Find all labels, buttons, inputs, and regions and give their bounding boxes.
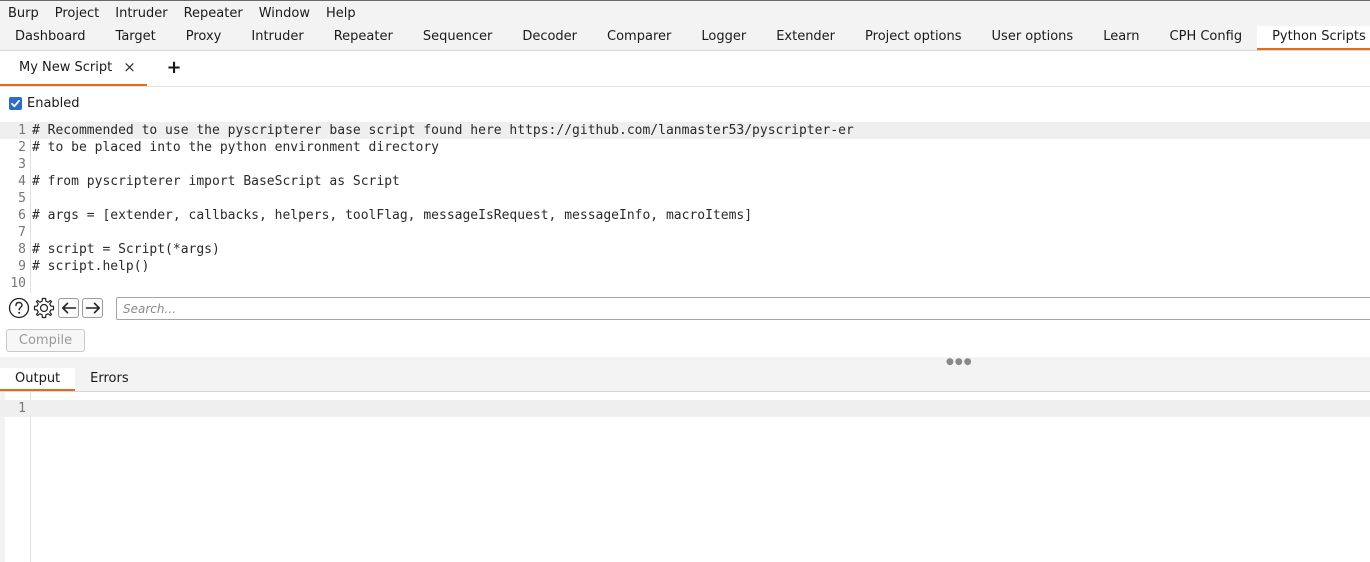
line-number: 6: [18, 208, 26, 223]
tab-proxy[interactable]: Proxy: [171, 26, 237, 50]
enabled-label: Enabled: [27, 95, 80, 111]
code-line[interactable]: 3: [0, 156, 1370, 173]
add-script-button[interactable]: +: [165, 58, 183, 78]
tab-errors[interactable]: Errors: [75, 368, 143, 391]
code-line[interactable]: 4 # from pyscripterer import BaseScript a…: [0, 173, 1370, 190]
output-editor[interactable]: 1: [0, 392, 1370, 562]
tab-project-options[interactable]: Project options: [850, 26, 977, 50]
code-line[interactable]: 9 # script.help(): [0, 258, 1370, 275]
arrow-right-icon[interactable]: [82, 298, 103, 318]
menu-intruder[interactable]: Intruder: [107, 2, 175, 26]
code-line[interactable]: 2 # to be placed into the python environm…: [0, 139, 1370, 156]
search-input[interactable]: [116, 297, 1370, 320]
split-handle-icon[interactable]: ●●●: [946, 357, 973, 368]
line-number: 1: [18, 123, 26, 138]
tab-logger[interactable]: Logger: [686, 26, 761, 50]
tab-user-options[interactable]: User options: [977, 26, 1089, 50]
line-number: 8: [18, 242, 26, 257]
tab-sequencer[interactable]: Sequencer: [408, 26, 507, 50]
menu-project[interactable]: Project: [47, 2, 107, 26]
tab-extender[interactable]: Extender: [761, 26, 850, 50]
tab-comparer[interactable]: Comparer: [592, 26, 686, 50]
help-icon[interactable]: [8, 297, 30, 319]
code-text: # script.help(): [32, 259, 150, 274]
split-divider[interactable]: [0, 357, 1370, 368]
code-text: # to be placed into the python environme…: [32, 140, 439, 155]
line-number: 10: [10, 276, 26, 291]
code-line[interactable]: 6 # args = [extender, callbacks, helpers,…: [0, 207, 1370, 224]
enabled-checkbox[interactable]: [9, 96, 22, 110]
code-line[interactable]: 8 # script = Script(*args): [0, 241, 1370, 258]
code-text: # args = [extender, callbacks, helpers, …: [32, 208, 753, 223]
output-tab-bar: Output Errors: [0, 368, 1370, 392]
editor-toolbar: [8, 297, 106, 319]
line-number: 1: [18, 401, 26, 416]
output-line[interactable]: 1: [0, 400, 1370, 417]
enabled-toggle[interactable]: Enabled: [9, 95, 80, 111]
script-tab-my-new-script[interactable]: My New Script ×: [0, 51, 147, 86]
close-icon[interactable]: ×: [123, 60, 136, 75]
code-text: # from pyscripterer import BaseScript as…: [32, 174, 400, 189]
tab-repeater[interactable]: Repeater: [319, 26, 408, 50]
code-text: # Recommended to use the pyscripterer ba…: [32, 123, 854, 138]
menu-window[interactable]: Window: [251, 2, 318, 26]
script-tab-bar: My New Script × +: [0, 51, 1370, 87]
line-number: 4: [18, 174, 26, 189]
main-tab-bar: Dashboard Target Proxy Intruder Repeater…: [0, 26, 1370, 51]
menu-repeater[interactable]: Repeater: [176, 2, 251, 26]
gear-icon[interactable]: [33, 297, 55, 319]
line-gutter: [0, 392, 31, 562]
script-tab-label: My New Script: [19, 60, 113, 75]
line-number: 7: [18, 225, 26, 240]
tab-target[interactable]: Target: [101, 26, 171, 50]
menu-bar: Burp Project Intruder Repeater Window He…: [0, 0, 1370, 26]
line-number: 9: [18, 259, 26, 274]
check-icon: [11, 99, 20, 107]
menu-help[interactable]: Help: [318, 2, 364, 26]
compile-button[interactable]: Compile: [6, 329, 85, 352]
arrow-left-icon[interactable]: [58, 298, 79, 318]
line-number: 5: [18, 191, 26, 206]
line-number: 2: [18, 140, 26, 155]
tab-cph-config[interactable]: CPH Config: [1155, 26, 1258, 50]
tab-learn[interactable]: Learn: [1088, 26, 1154, 50]
tab-dashboard[interactable]: Dashboard: [0, 26, 101, 50]
tab-python-scripts[interactable]: Python Scripts: [1257, 26, 1370, 50]
line-number: 3: [18, 157, 26, 172]
code-editor[interactable]: 1 # Recommended to use the pyscripterer b…: [0, 121, 1370, 293]
tab-output[interactable]: Output: [0, 368, 76, 391]
code-line[interactable]: 1 # Recommended to use the pyscripterer b…: [0, 122, 1370, 139]
code-line[interactable]: 10: [0, 275, 1370, 292]
code-line[interactable]: 7: [0, 224, 1370, 241]
tab-intruder[interactable]: Intruder: [236, 26, 318, 50]
menu-burp[interactable]: Burp: [0, 2, 47, 26]
tab-decoder[interactable]: Decoder: [507, 26, 592, 50]
burp-window: Burp Project Intruder Repeater Window He…: [0, 0, 1370, 562]
code-line[interactable]: 5: [0, 190, 1370, 207]
code-text: # script = Script(*args): [32, 242, 220, 257]
